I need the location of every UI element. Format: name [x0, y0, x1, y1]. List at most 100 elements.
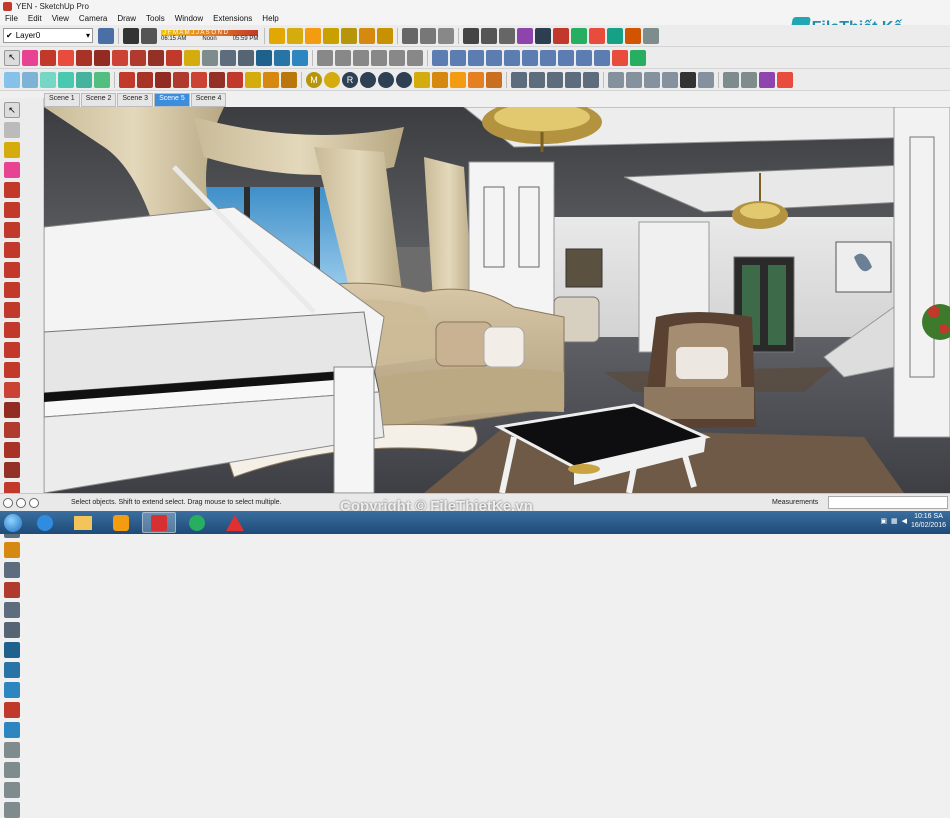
- wireframe-icon[interactable]: [40, 71, 56, 88]
- taskbar-explorer[interactable]: [66, 512, 100, 533]
- push-pull-icon[interactable]: [94, 49, 110, 66]
- curve-tool-1-icon[interactable]: [432, 49, 448, 66]
- rotate-left-icon[interactable]: [4, 422, 20, 438]
- walk-left-icon[interactable]: [4, 782, 20, 798]
- photo-match-icon[interactable]: [517, 27, 534, 44]
- vray-fur-icon[interactable]: [547, 71, 563, 88]
- component-left-icon[interactable]: [4, 122, 20, 138]
- circle-left-icon[interactable]: [4, 262, 20, 278]
- zoom-left-icon[interactable]: [4, 662, 20, 678]
- curve-tool-6-icon[interactable]: [522, 49, 538, 66]
- taskbar-app-green[interactable]: [180, 512, 214, 533]
- arc2-left-icon[interactable]: [4, 322, 20, 338]
- pie-left-icon[interactable]: [4, 362, 20, 378]
- start-button[interactable]: [0, 512, 26, 534]
- curve-tool-12-icon[interactable]: [630, 49, 646, 66]
- menu-edit[interactable]: Edit: [23, 14, 47, 23]
- shaded-icon[interactable]: [76, 71, 92, 88]
- axes-left-icon[interactable]: [4, 582, 20, 598]
- vray-frame-buffer-icon[interactable]: [378, 71, 394, 88]
- intersect-icon[interactable]: [137, 71, 153, 88]
- vray-rt-icon[interactable]: [360, 71, 376, 88]
- layers-panel-icon[interactable]: [680, 71, 696, 88]
- curve-tool-4-icon[interactable]: [486, 49, 502, 66]
- shaded-textures-icon[interactable]: [94, 71, 110, 88]
- arc-left-icon[interactable]: [4, 302, 20, 318]
- taskbar-sketchup[interactable]: [142, 512, 176, 533]
- axes-icon[interactable]: [281, 71, 297, 88]
- pan-icon[interactable]: [256, 49, 272, 66]
- followme-left-icon[interactable]: [4, 442, 20, 458]
- taskbar-clock[interactable]: 10:16 SA 16/02/2016: [911, 512, 946, 530]
- line-left-icon[interactable]: [4, 182, 20, 198]
- vray-spot-light-icon[interactable]: [450, 71, 466, 88]
- menu-extensions[interactable]: Extensions: [208, 14, 257, 23]
- select-left-icon[interactable]: ↖: [4, 102, 20, 118]
- zoom-icon[interactable]: [274, 49, 290, 66]
- curve-tool-10-icon[interactable]: [594, 49, 610, 66]
- vray-mesh-light-icon[interactable]: [565, 71, 581, 88]
- plugin-2-icon[interactable]: [777, 71, 793, 88]
- look-around-left-icon[interactable]: [4, 762, 20, 778]
- curve-tool-11-icon[interactable]: [612, 49, 628, 66]
- scale-tool-icon[interactable]: [148, 49, 164, 66]
- move-plugin-icon[interactable]: [723, 71, 739, 88]
- zoom-extents-icon[interactable]: [292, 49, 308, 66]
- tape-measure-icon[interactable]: [184, 49, 200, 66]
- vray-options-icon[interactable]: [324, 71, 340, 88]
- curve-tool-3-icon[interactable]: [468, 49, 484, 66]
- iso-view-icon[interactable]: [317, 49, 333, 66]
- tab-scene-5[interactable]: Scene 5: [154, 93, 190, 107]
- tab-scene-1[interactable]: Scene 1: [44, 93, 80, 107]
- tab-scene-3[interactable]: Scene 3: [117, 93, 154, 107]
- union-icon[interactable]: [173, 71, 189, 88]
- paint-left-icon[interactable]: [4, 142, 20, 158]
- paint-bucket-icon[interactable]: [220, 49, 236, 66]
- vray-render-icon[interactable]: R: [342, 71, 358, 88]
- rectangle-left-icon[interactable]: [4, 222, 20, 238]
- subtract-icon[interactable]: [191, 71, 207, 88]
- shape-tool-icon[interactable]: [76, 49, 92, 66]
- dimension-icon[interactable]: [245, 71, 261, 88]
- position-camera-icon[interactable]: [463, 27, 480, 44]
- eraser-left-icon[interactable]: [4, 162, 20, 178]
- section-display-icon[interactable]: [420, 27, 437, 44]
- move-tool-icon[interactable]: [112, 49, 128, 66]
- vray-batch-icon[interactable]: [396, 71, 412, 88]
- light-icon[interactable]: [625, 27, 642, 44]
- tray-network-icon[interactable]: ▦: [891, 517, 898, 525]
- front-view-icon[interactable]: [353, 49, 369, 66]
- section-plane-icon[interactable]: [402, 27, 419, 44]
- protractor-left-icon[interactable]: [4, 542, 20, 558]
- back-edges-icon[interactable]: [22, 71, 38, 88]
- user-icon[interactable]: [29, 497, 39, 508]
- warehouse-icon[interactable]: [535, 27, 552, 44]
- sandbox-icon[interactable]: [269, 27, 286, 44]
- arc3-left-icon[interactable]: [4, 342, 20, 358]
- flip-edge-icon[interactable]: [359, 27, 376, 44]
- split-icon[interactable]: [227, 71, 243, 88]
- hidden-line-icon[interactable]: [58, 71, 74, 88]
- pushpull-left-icon[interactable]: [4, 402, 20, 418]
- menu-view[interactable]: View: [47, 14, 74, 23]
- material-icon[interactable]: [607, 27, 624, 44]
- back-view-icon[interactable]: [389, 49, 405, 66]
- arc-tool-icon[interactable]: [58, 49, 74, 66]
- curve-tool-7-icon[interactable]: [540, 49, 556, 66]
- select-tool-icon[interactable]: ↖: [4, 49, 20, 66]
- styles-icon[interactable]: [644, 71, 660, 88]
- plugin-1-icon[interactable]: [759, 71, 775, 88]
- taskbar-autocad[interactable]: [218, 512, 252, 533]
- plant-icon[interactable]: [571, 27, 588, 44]
- shadow-settings[interactable]: J F M A M J J A S O N D 06:15 AM Noon 05…: [161, 29, 259, 42]
- menu-window[interactable]: Window: [170, 14, 208, 23]
- line-tool-icon[interactable]: [40, 49, 56, 66]
- walk-icon[interactable]: [481, 27, 498, 44]
- model-viewport[interactable]: [44, 107, 950, 493]
- offset-tool-icon[interactable]: [166, 49, 182, 66]
- previous-view-left-icon[interactable]: [4, 722, 20, 738]
- tray-volume-icon[interactable]: ◀: [902, 517, 907, 525]
- orbit-left-icon[interactable]: [4, 622, 20, 638]
- taskbar-media[interactable]: [104, 512, 138, 533]
- layer-select[interactable]: ✔ Layer0 ▾: [3, 28, 93, 43]
